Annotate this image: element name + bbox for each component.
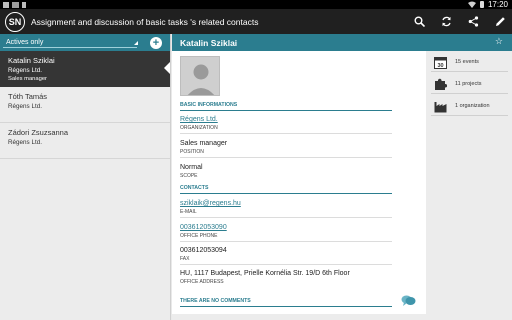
office-phone-link[interactable]: 003612053090 [180,224,392,231]
keyboard-notification-icon [12,1,19,8]
edit-button[interactable] [494,16,506,28]
search-button[interactable] [413,16,425,28]
contact-list-item[interactable]: Katalin Sziklai Régens Ltd. Sales manage… [0,51,170,87]
share-icon [468,16,478,27]
section-basic-informations: BASIC INFORMATIONS [180,102,392,111]
app-title: Assignment and discussion of basic tasks… [31,16,259,27]
action-bar: SN Assignment and discussion of basic ta… [0,9,512,34]
email-link[interactable]: sziklaik@regens.hu [180,200,392,207]
image-notification-icon [3,1,9,8]
add-comment-button[interactable] [401,294,416,312]
calendar-icon: 30 [433,55,447,69]
svg-text:30: 30 [437,63,443,69]
scope-field: Normal SCOPE [180,164,203,179]
share-button[interactable] [467,16,479,28]
favorite-star-icon[interactable]: ☆ [495,36,503,47]
search-icon [414,16,425,27]
detail-header: Katalin Sziklai ☆ [172,34,512,51]
filter-bar: Actives only + [0,34,170,51]
status-bar: 17:20 [0,0,512,9]
contact-details: BASIC INFORMATIONS Régens Ltd. ORGANIZAT… [172,51,426,320]
app-logo[interactable]: SN [5,11,25,32]
stats-panel: 30 15 events 11 projects 1 organization [426,51,512,320]
puzzle-icon [433,77,447,91]
factory-icon [433,99,447,113]
organization-field: Régens Ltd. ORGANIZATION [180,116,392,134]
office-address-field: HU, 1117 Budapest, Prielle Kornélia Str.… [180,270,350,285]
office-phone-field: 003612053090 OFFICE PHONE [180,224,392,242]
pencil-icon [495,17,505,26]
email-field: sziklaik@regens.hu E-MAIL [180,200,392,218]
selection-indicator [164,62,170,74]
contacts-panel: Actives only + Katalin Sziklai Régens Lt… [0,34,171,320]
projects-stat[interactable]: 11 projects [431,75,508,94]
filter-dropdown[interactable]: Actives only [6,39,43,46]
clock: 17:20 [487,0,508,9]
wifi-icon [467,1,476,8]
refresh-icon [441,16,451,27]
avatar[interactable] [180,56,220,96]
events-stat[interactable]: 30 15 events [431,53,508,72]
contact-name-title: Katalin Sziklai [180,38,238,48]
contact-list-item[interactable]: Zádori Zsuzsanna Régens Ltd. [0,123,170,159]
fax-field: 003612053094 FAX [180,247,392,265]
contact-list-item[interactable]: Tóth Tamás Régens Ltd. [0,87,170,123]
chat-bubbles-icon [401,295,416,306]
dropdown-indicator-icon [134,41,138,45]
section-comments: THERE ARE NO COMMENTS [180,298,392,307]
upload-notification-icon [22,1,26,8]
battery-icon [479,1,484,8]
organizations-stat[interactable]: 1 organization [431,97,508,116]
add-contact-button[interactable]: + [150,37,162,49]
person-placeholder-icon [181,57,219,95]
section-contacts: CONTACTS [180,185,392,194]
position-field: Sales manager POSITION [180,140,392,158]
organization-link[interactable]: Régens Ltd. [180,116,392,123]
refresh-button[interactable] [440,16,452,28]
